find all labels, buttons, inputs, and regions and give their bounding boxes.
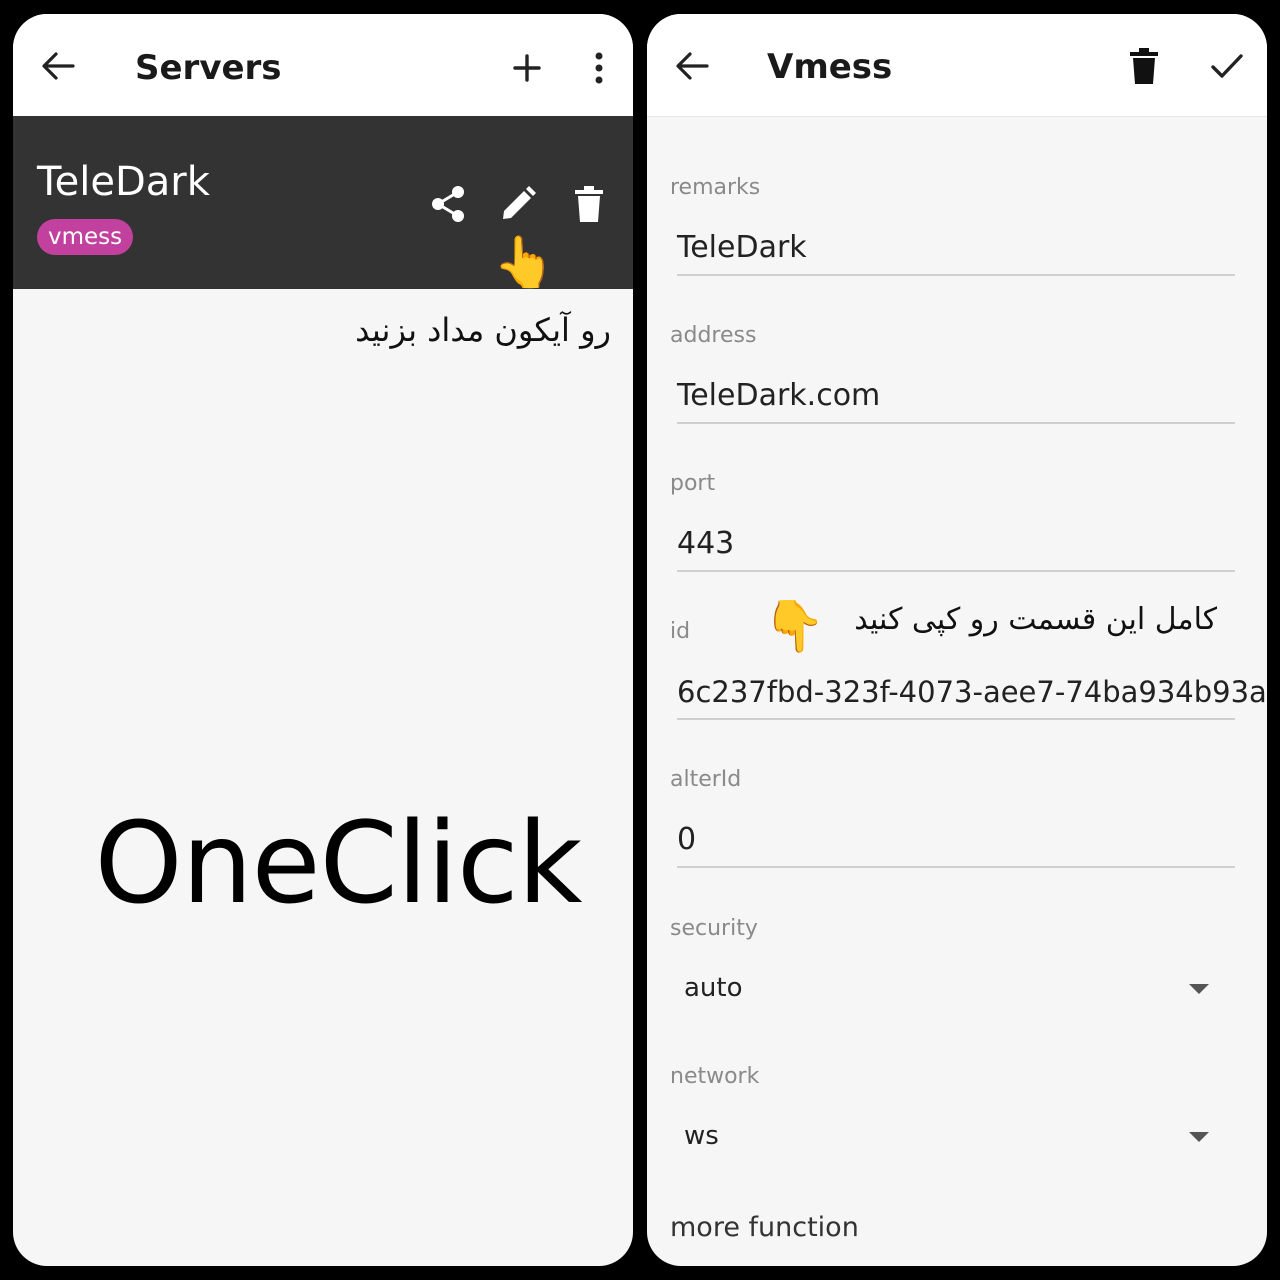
servers-toolbar: Servers — [13, 14, 633, 116]
watermark: OneClick — [94, 799, 583, 929]
vmess-edit-screen: Vmess remarks TeleDark address TeleDark.… — [647, 14, 1267, 1266]
address-underline — [677, 422, 1235, 424]
pointing-up-hand-icon: 👆 — [493, 233, 556, 291]
pointing-down-hand-icon: 👇 — [763, 597, 826, 655]
security-selected-value: auto — [684, 973, 743, 1003]
share-icon — [432, 186, 464, 222]
port-input[interactable]: 443 — [677, 524, 734, 564]
pencil-icon — [503, 186, 536, 219]
save-button[interactable] — [1209, 48, 1245, 84]
remarks-input[interactable]: TeleDark — [677, 228, 807, 268]
back-button[interactable] — [37, 48, 79, 84]
address-input[interactable]: TeleDark.com — [677, 376, 880, 416]
security-label: security — [670, 916, 758, 941]
alterid-label: alterId — [670, 767, 742, 792]
check-icon — [1211, 54, 1243, 78]
plus-icon — [513, 54, 541, 82]
edit-button[interactable] — [498, 184, 538, 224]
page-title: Vmess — [767, 47, 893, 87]
protocol-badge: vmess — [37, 219, 134, 255]
arrow-left-icon — [676, 52, 709, 80]
server-name: TeleDark — [37, 159, 210, 205]
port-label: port — [670, 471, 716, 496]
share-button[interactable] — [428, 184, 468, 224]
instruction-text: رو آیکون مداد بزنید — [355, 311, 611, 349]
remarks-underline — [677, 274, 1235, 276]
alterid-underline — [677, 866, 1235, 868]
back-button[interactable] — [671, 48, 713, 84]
arrow-left-icon — [42, 52, 75, 80]
instruction-text: کامل این قسمت رو کپی کنید — [854, 602, 1217, 637]
trash-icon — [575, 186, 603, 222]
security-select[interactable]: auto — [670, 962, 1230, 1014]
id-label: id — [670, 619, 691, 644]
delete-config-button[interactable] — [1127, 46, 1161, 86]
alterid-input[interactable]: 0 — [677, 820, 696, 860]
id-input[interactable]: 6c237fbd-323f-4073-aee7-74ba934b93a — [677, 672, 1267, 712]
network-select[interactable]: ws — [670, 1110, 1230, 1162]
chevron-down-icon — [1189, 984, 1209, 994]
more-vert-icon — [595, 52, 603, 84]
id-underline — [677, 718, 1235, 720]
trash-icon — [1130, 48, 1158, 84]
network-label: network — [670, 1064, 760, 1089]
more-function-section[interactable]: more function — [670, 1210, 859, 1246]
servers-screen: Servers TeleDark vmess 👆 رو آیکون مداد ب… — [13, 14, 633, 1266]
overflow-menu-button[interactable] — [587, 50, 611, 86]
chevron-down-icon — [1189, 1132, 1209, 1142]
delete-server-button[interactable] — [571, 184, 607, 224]
port-underline — [677, 570, 1235, 572]
add-server-button[interactable] — [507, 50, 547, 86]
network-selected-value: ws — [684, 1121, 719, 1151]
address-label: address — [670, 323, 757, 348]
remarks-label: remarks — [670, 175, 761, 200]
page-title: Servers — [135, 48, 282, 88]
vmess-toolbar: Vmess — [647, 14, 1267, 117]
